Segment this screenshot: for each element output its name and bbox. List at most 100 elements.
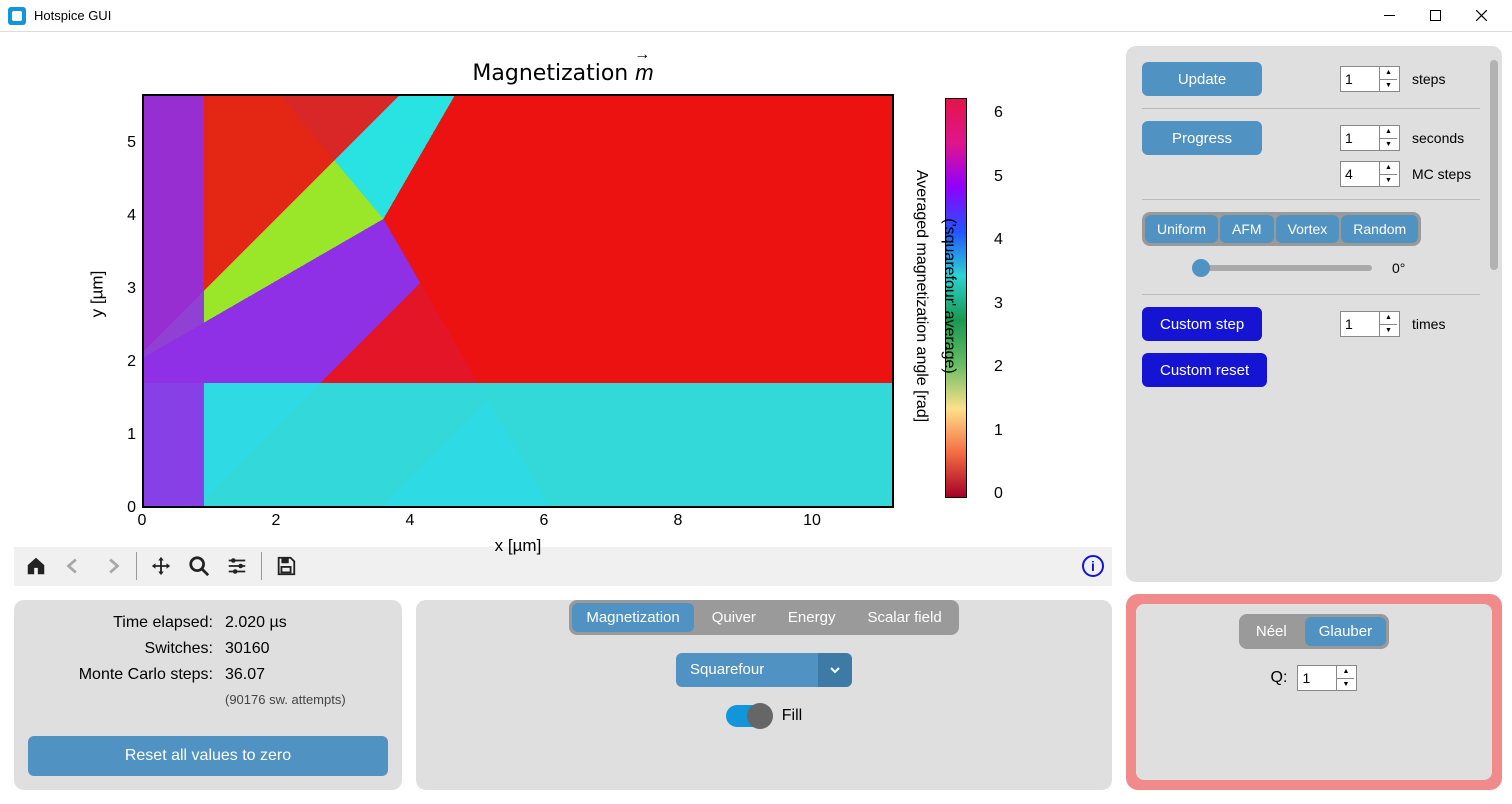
mode-uniform[interactable]: Uniform — [1145, 215, 1218, 243]
tab-scalar-field[interactable]: Scalar field — [853, 603, 955, 632]
fill-label: Fill — [782, 707, 802, 725]
app-icon — [8, 7, 26, 25]
fill-toggle[interactable] — [726, 705, 770, 727]
ytick: 4 — [127, 207, 136, 225]
ytick: 2 — [127, 353, 136, 371]
colorbar-sublabel: ('squarefour' average) — [940, 218, 958, 374]
spin-up-icon[interactable]: ▲ — [1380, 312, 1397, 325]
zoom-icon[interactable] — [185, 552, 213, 580]
close-button[interactable] — [1458, 0, 1504, 32]
spin-up-icon[interactable]: ▲ — [1337, 666, 1354, 679]
switches-value: 30160 — [225, 640, 388, 658]
ctick: 4 — [994, 231, 1003, 249]
ctick: 2 — [994, 358, 1003, 376]
time-elapsed-value: 2.020 µs — [225, 614, 388, 632]
times-input[interactable] — [1341, 312, 1379, 336]
forward-icon[interactable] — [98, 552, 126, 580]
mcsteps-spinner[interactable]: ▲▼ — [1340, 161, 1400, 187]
steps-input[interactable] — [1341, 67, 1379, 91]
spin-up-icon[interactable]: ▲ — [1380, 162, 1397, 175]
seconds-spinner[interactable]: ▲▼ — [1340, 125, 1400, 151]
xtick: 0 — [138, 512, 147, 530]
chevron-down-icon — [818, 653, 852, 687]
q-spinner[interactable]: ▲▼ — [1297, 665, 1357, 691]
ytick: 3 — [127, 280, 136, 298]
q-input[interactable] — [1298, 666, 1336, 690]
plot-axes[interactable] — [142, 94, 894, 508]
sw-attempts: (90176 sw. attempts) — [225, 692, 388, 707]
configure-icon[interactable] — [223, 552, 251, 580]
steps-spinner[interactable]: ▲▼ — [1340, 66, 1400, 92]
xtick: 6 — [540, 512, 549, 530]
scheme-seg: Néel Glauber — [1239, 614, 1389, 649]
progress-button[interactable]: Progress — [1142, 121, 1262, 155]
y-axis-label: y [µm] — [87, 271, 107, 318]
scheme-neel[interactable]: Néel — [1242, 617, 1301, 646]
home-icon[interactable] — [22, 552, 50, 580]
switches-label: Switches: — [28, 640, 213, 658]
angle-value: 0° — [1392, 260, 1405, 276]
ctick: 1 — [994, 422, 1003, 440]
time-elapsed-label: Time elapsed: — [28, 614, 213, 632]
info-icon[interactable]: i — [1082, 555, 1104, 577]
ytick: 5 — [127, 134, 136, 152]
spin-down-icon[interactable]: ▼ — [1380, 80, 1397, 92]
ytick: 0 — [127, 499, 136, 517]
custom-reset-button[interactable]: Custom reset — [1142, 353, 1267, 387]
ytick: 1 — [127, 426, 136, 444]
mcsteps-input[interactable] — [1341, 162, 1379, 186]
plot-title: Magnetization m — [14, 46, 1112, 86]
scrollbar-thumb[interactable] — [1490, 60, 1498, 270]
back-icon[interactable] — [60, 552, 88, 580]
mode-random[interactable]: Random — [1341, 215, 1418, 243]
save-icon[interactable] — [272, 552, 300, 580]
tab-quiver[interactable]: Quiver — [698, 603, 770, 632]
x-axis-label: x [µm] — [142, 536, 894, 556]
maximize-button[interactable] — [1412, 0, 1458, 32]
pan-icon[interactable] — [147, 552, 175, 580]
controls-panel: Update ▲▼ steps Progress ▲▼ seconds ▲▼ M… — [1126, 46, 1502, 582]
dropdown-label: Squarefour — [676, 661, 818, 678]
steps-label: steps — [1412, 71, 1480, 87]
ctick: 0 — [994, 485, 1003, 503]
minimize-button[interactable] — [1366, 0, 1412, 32]
xtick: 8 — [674, 512, 683, 530]
average-dropdown[interactable]: Squarefour — [676, 653, 852, 687]
stats-panel: Time elapsed: 2.020 µs Switches: 30160 M… — [14, 600, 402, 790]
spin-down-icon[interactable]: ▼ — [1380, 325, 1397, 337]
xtick: 4 — [406, 512, 415, 530]
mode-afm[interactable]: AFM — [1220, 215, 1274, 243]
ctick: 6 — [994, 104, 1003, 122]
angle-slider[interactable] — [1192, 265, 1372, 271]
reset-button[interactable]: Reset all values to zero — [28, 736, 388, 776]
titlebar: Hotspice GUI — [0, 0, 1512, 32]
xtick: 2 — [272, 512, 281, 530]
view-panel: Magnetization Quiver Energy Scalar field… — [416, 600, 1112, 790]
window-title: Hotspice GUI — [34, 8, 1366, 23]
q-label: Q: — [1271, 669, 1288, 687]
view-mode-seg: Magnetization Quiver Energy Scalar field — [569, 600, 958, 635]
ctick: 5 — [994, 168, 1003, 186]
init-mode-seg: Uniform AFM Vortex Random — [1142, 212, 1421, 246]
scheme-glauber[interactable]: Glauber — [1305, 617, 1386, 646]
spin-down-icon[interactable]: ▼ — [1380, 175, 1397, 187]
mcsteps-label: MC steps — [1412, 166, 1480, 182]
mode-vortex[interactable]: Vortex — [1276, 215, 1340, 243]
custom-step-button[interactable]: Custom step — [1142, 307, 1262, 341]
seconds-input[interactable] — [1341, 126, 1379, 150]
mc-steps-label: Monte Carlo steps: — [28, 666, 213, 684]
ctick: 3 — [994, 295, 1003, 313]
spin-up-icon[interactable]: ▲ — [1380, 67, 1397, 80]
tab-magnetization[interactable]: Magnetization — [572, 603, 693, 632]
spin-down-icon[interactable]: ▼ — [1380, 139, 1397, 151]
times-spinner[interactable]: ▲▼ — [1340, 311, 1400, 337]
times-label: times — [1412, 316, 1480, 332]
spin-down-icon[interactable]: ▼ — [1337, 679, 1354, 691]
scheme-outer-panel: Néel Glauber Q: ▲▼ — [1126, 594, 1502, 790]
update-button[interactable]: Update — [1142, 62, 1262, 96]
tab-energy[interactable]: Energy — [774, 603, 850, 632]
spin-up-icon[interactable]: ▲ — [1380, 126, 1397, 139]
mc-steps-value: 36.07 — [225, 666, 388, 684]
xtick: 10 — [803, 512, 821, 530]
colorbar-label: Averaged magnetization angle [rad] — [912, 170, 930, 422]
